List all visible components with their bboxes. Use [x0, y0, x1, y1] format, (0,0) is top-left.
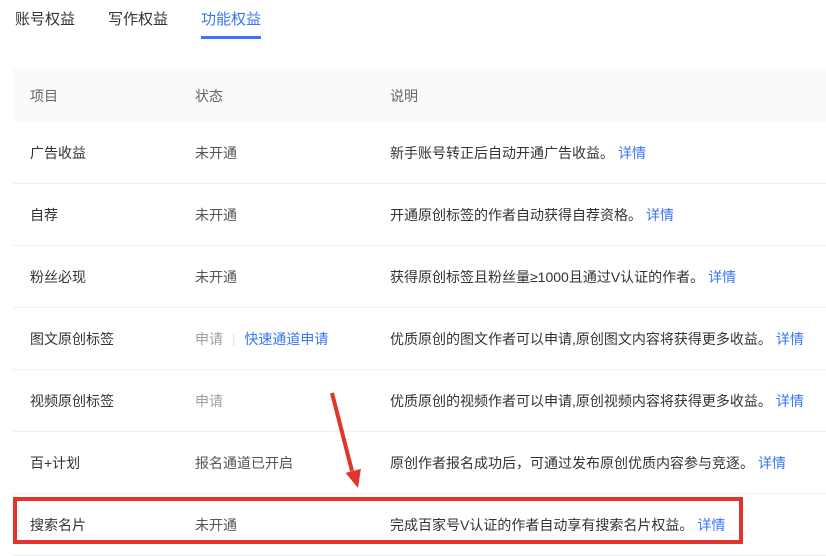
table-row: 百+计划 报名通道已开启 原创作者报名成功后，可通过发布原创优质内容参与竞逐。详… [13, 432, 826, 494]
rights-table: 项目 状态 说明 广告收益 未开通 新手账号转正后自动开通广告收益。详情 自荐 … [13, 69, 826, 556]
row-status-cell: 未开通 [178, 515, 373, 535]
detail-link[interactable]: 详情 [646, 207, 674, 223]
rights-tabbar: 账号权益 写作权益 功能权益 [0, 0, 826, 39]
row-desc-cell: 优质原创的视频作者可以申请,原创视频内容将获得更多收益。详情 [373, 391, 826, 411]
header-item: 项目 [13, 86, 178, 106]
table-row: 图文原创标签 申请 | 快速通道申请 优质原创的图文作者可以申请,原创图文内容将… [13, 308, 826, 370]
detail-link[interactable]: 详情 [776, 393, 804, 409]
row-status: 报名通道已开启 [195, 453, 293, 473]
row-status: 未开通 [195, 515, 237, 535]
row-status-cell: 未开通 [178, 143, 373, 163]
row-status: 申请 [195, 391, 223, 411]
row-status-cell: 报名通道已开启 [178, 453, 373, 473]
fast-channel-apply-link[interactable]: 快速通道申请 [244, 329, 328, 349]
detail-link[interactable]: 详情 [758, 455, 786, 471]
detail-link[interactable]: 详情 [776, 331, 804, 347]
row-desc-cell: 新手账号转正后自动开通广告收益。详情 [373, 143, 826, 163]
tab-writing-rights[interactable]: 写作权益 [108, 8, 168, 39]
table-row: 粉丝必现 未开通 获得原创标签且粉丝量≥1000且通过V认证的作者。详情 [13, 246, 826, 308]
table-row: 搜索名片 未开通 完成百家号V认证的作者自动享有搜索名片权益。详情 [13, 494, 826, 556]
header-desc: 说明 [373, 86, 826, 106]
table-header-row: 项目 状态 说明 [13, 69, 826, 122]
table-row: 自荐 未开通 开通原创标签的作者自动获得自荐资格。详情 [13, 184, 826, 246]
table-row: 广告收益 未开通 新手账号转正后自动开通广告收益。详情 [13, 122, 826, 184]
row-description: 优质原创的视频作者可以申请,原创视频内容将获得更多收益。 [390, 393, 772, 409]
row-item-name: 广告收益 [13, 143, 178, 163]
row-description: 完成百家号V认证的作者自动享有搜索名片权益。 [390, 517, 693, 533]
row-status: 未开通 [195, 267, 237, 287]
row-description: 获得原创标签且粉丝量≥1000且通过V认证的作者。 [390, 269, 704, 285]
row-status: 申请 [195, 329, 223, 349]
row-status-cell: 申请 | 快速通道申请 [178, 329, 373, 349]
row-description: 原创作者报名成功后，可通过发布原创优质内容参与竞逐。 [390, 455, 754, 471]
status-divider: | [232, 331, 235, 346]
table-row: 视频原创标签 申请 优质原创的视频作者可以申请,原创视频内容将获得更多收益。详情 [13, 370, 826, 432]
row-item-name: 搜索名片 [13, 515, 178, 535]
row-description: 优质原创的图文作者可以申请,原创图文内容将获得更多收益。 [390, 331, 772, 347]
row-desc-cell: 完成百家号V认证的作者自动享有搜索名片权益。详情 [373, 515, 826, 535]
row-status-cell: 未开通 [178, 205, 373, 225]
row-desc-cell: 开通原创标签的作者自动获得自荐资格。详情 [373, 205, 826, 225]
tab-account-rights[interactable]: 账号权益 [15, 8, 75, 39]
row-status-cell: 未开通 [178, 267, 373, 287]
row-desc-cell: 优质原创的图文作者可以申请,原创图文内容将获得更多收益。详情 [373, 329, 826, 349]
row-description: 新手账号转正后自动开通广告收益。 [390, 145, 614, 161]
row-item-name: 图文原创标签 [13, 329, 178, 349]
row-status: 未开通 [195, 205, 237, 225]
row-status: 未开通 [195, 143, 237, 163]
header-status: 状态 [178, 86, 373, 106]
row-item-name: 百+计划 [13, 453, 178, 473]
row-item-name: 自荐 [13, 205, 178, 225]
detail-link[interactable]: 详情 [618, 145, 646, 161]
row-status-cell: 申请 [178, 391, 373, 411]
row-description: 开通原创标签的作者自动获得自荐资格。 [390, 207, 642, 223]
tab-function-rights[interactable]: 功能权益 [201, 8, 261, 39]
detail-link[interactable]: 详情 [697, 517, 725, 533]
row-item-name: 视频原创标签 [13, 391, 178, 411]
row-desc-cell: 原创作者报名成功后，可通过发布原创优质内容参与竞逐。详情 [373, 453, 826, 473]
row-item-name: 粉丝必现 [13, 267, 178, 287]
row-desc-cell: 获得原创标签且粉丝量≥1000且通过V认证的作者。详情 [373, 267, 826, 287]
detail-link[interactable]: 详情 [708, 269, 736, 285]
table-body: 广告收益 未开通 新手账号转正后自动开通广告收益。详情 自荐 未开通 开通原创标… [13, 122, 826, 556]
